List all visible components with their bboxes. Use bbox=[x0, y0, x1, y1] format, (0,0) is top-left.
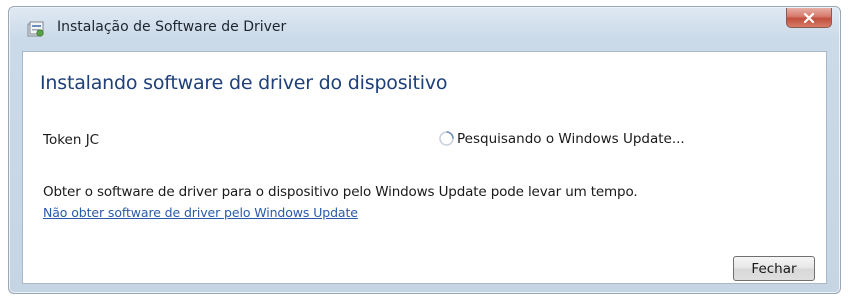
close-icon bbox=[803, 8, 815, 27]
content-panel: Instalando software de driver do disposi… bbox=[22, 51, 827, 284]
info-text: Obter o software de driver para o dispos… bbox=[43, 184, 638, 200]
install-status: Pesquisando o Windows Update... bbox=[438, 130, 685, 147]
skip-windows-update-link[interactable]: Não obter software de driver pelo Window… bbox=[43, 205, 358, 220]
driver-install-icon bbox=[27, 21, 45, 38]
close-button[interactable]: Fechar bbox=[733, 256, 815, 281]
window-title: Instalação de Software de Driver bbox=[57, 19, 287, 35]
status-text: Pesquisando o Windows Update... bbox=[457, 130, 685, 147]
driver-install-window: Instalação de Software de Driver Instala… bbox=[8, 6, 841, 294]
window-close-button[interactable] bbox=[786, 8, 832, 28]
title-bar[interactable]: Instalação de Software de Driver bbox=[9, 7, 840, 49]
device-name: Token JC bbox=[43, 132, 100, 148]
spinner-icon bbox=[438, 130, 455, 147]
page-heading: Instalando software de driver do disposi… bbox=[40, 72, 448, 94]
